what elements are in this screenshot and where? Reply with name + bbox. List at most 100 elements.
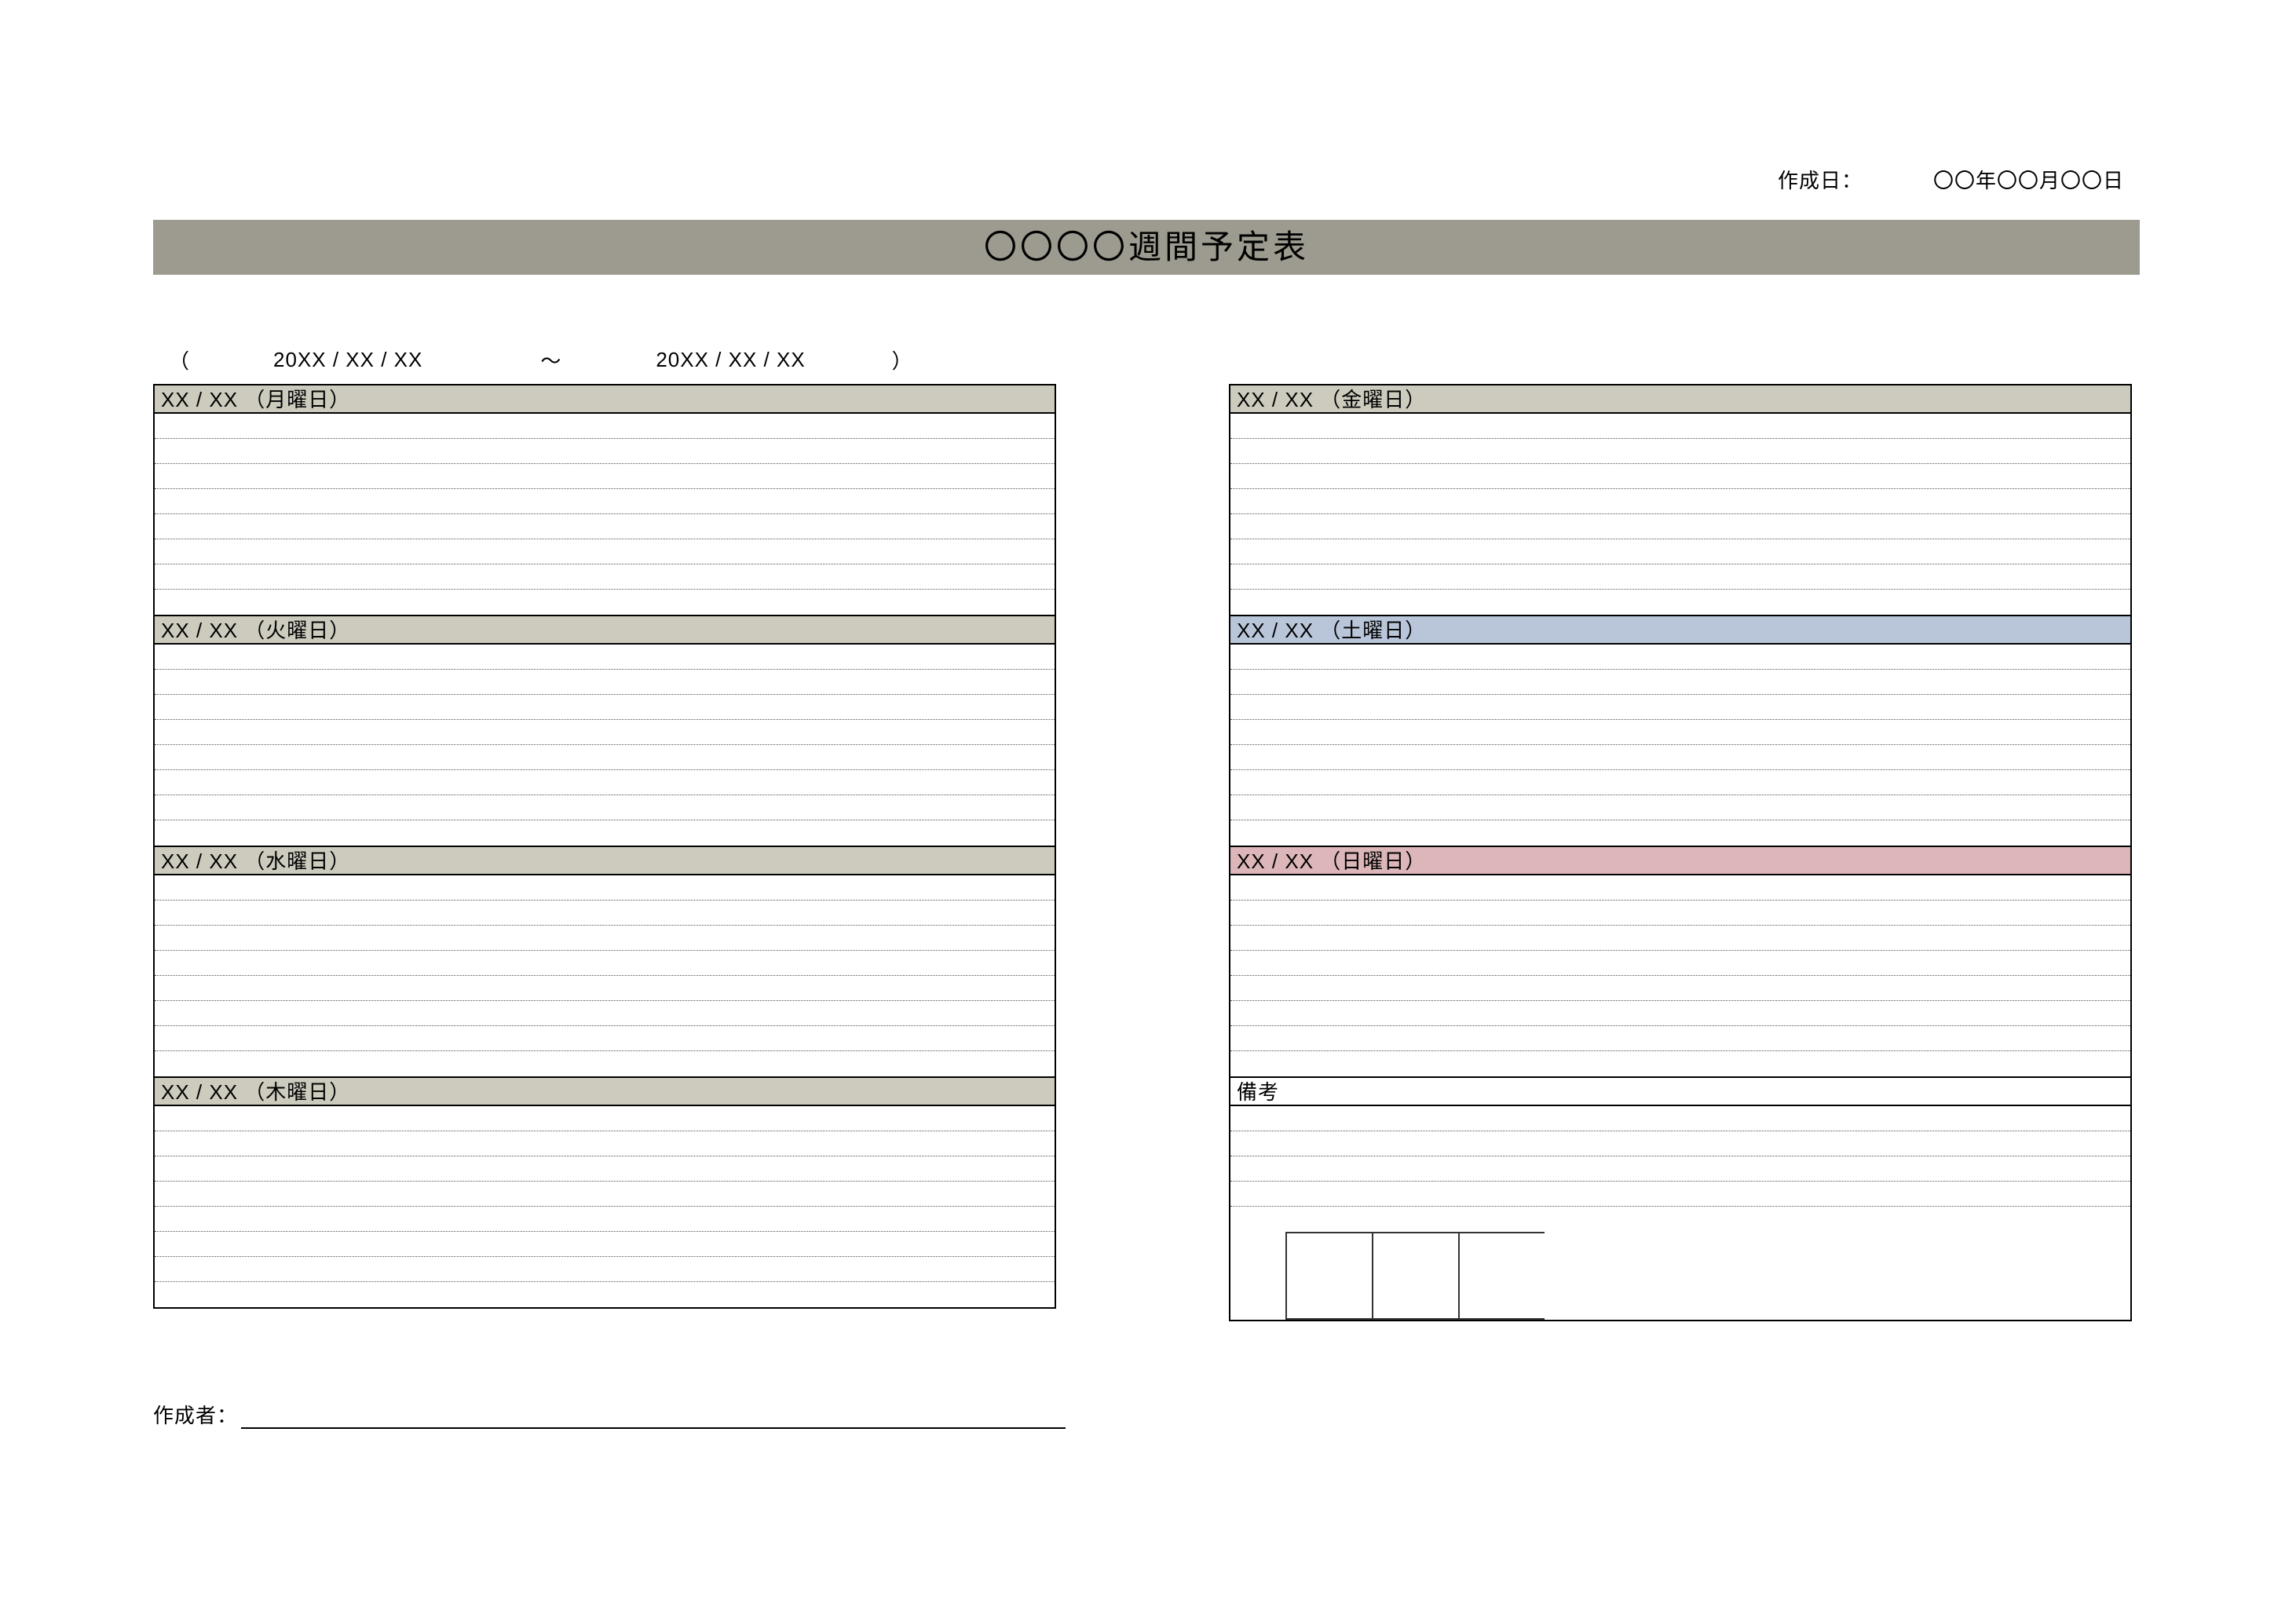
creation-date-value: 〇〇年〇〇月〇〇日 xyxy=(1933,165,2124,194)
range-sep: 〜 xyxy=(422,345,656,374)
day-block: XX / XX （水曜日） xyxy=(153,846,1056,1076)
line-row xyxy=(1230,720,2130,745)
line-row xyxy=(1230,645,2130,670)
line-row xyxy=(155,695,1055,720)
line-row xyxy=(1230,414,2130,439)
line-row xyxy=(155,1257,1055,1282)
page-title: 〇〇〇〇週間予定表 xyxy=(153,220,2140,275)
column-gap xyxy=(1056,384,1229,1321)
line-row xyxy=(155,1001,1055,1026)
author-label: 作成者： xyxy=(153,1400,241,1429)
day-header: XX / XX （木曜日） xyxy=(155,1078,1055,1106)
day-lines xyxy=(1230,414,2130,615)
line-row xyxy=(1230,1026,2130,1051)
line-row xyxy=(1230,1207,2130,1232)
line-row xyxy=(155,489,1055,514)
line-row xyxy=(155,564,1055,590)
line-row xyxy=(1230,875,2130,901)
line-row xyxy=(1230,1001,2130,1026)
left-column: XX / XX （月曜日） XX / XX （火曜日）XX / XX （水曜日）X… xyxy=(153,384,1056,1321)
line-row xyxy=(155,1026,1055,1051)
line-row xyxy=(1230,1106,2130,1131)
line-row xyxy=(1230,489,2130,514)
line-row xyxy=(155,514,1055,539)
stamp-box xyxy=(1372,1232,1458,1320)
line-row xyxy=(155,1232,1055,1257)
line-row xyxy=(155,1182,1055,1207)
day-header: XX / XX （金曜日） xyxy=(1230,385,2130,414)
line-row xyxy=(1230,1131,2130,1156)
day-block: XX / XX （火曜日） xyxy=(153,615,1056,846)
day-lines xyxy=(1230,645,2130,846)
line-row xyxy=(155,901,1055,926)
line-row xyxy=(155,1207,1055,1232)
author-line xyxy=(241,1405,1066,1429)
line-row xyxy=(155,795,1055,820)
columns: XX / XX （月曜日）XX / XX （火曜日）XX / XX （水曜日）X… xyxy=(153,384,2140,1321)
line-row xyxy=(1230,820,2130,846)
notes-block: 備考 xyxy=(1229,1076,2132,1321)
stamp-pad xyxy=(1545,1232,2130,1320)
weekly-schedule-page: 作成日： 〇〇年〇〇月〇〇日 〇〇〇〇週間予定表 （ 20XX / XX / X… xyxy=(153,173,2140,1429)
day-lines xyxy=(155,414,1055,615)
line-row xyxy=(155,951,1055,976)
line-row xyxy=(1230,514,2130,539)
line-row xyxy=(155,1106,1055,1131)
day-header: XX / XX （月曜日） xyxy=(155,385,1055,414)
line-row xyxy=(155,976,1055,1001)
line-row xyxy=(155,745,1055,770)
line-row xyxy=(155,820,1055,846)
day-header: XX / XX （日曜日） xyxy=(1230,847,2130,875)
line-row xyxy=(155,1282,1055,1307)
line-row xyxy=(1230,464,2130,489)
stamp-box xyxy=(1458,1232,1545,1320)
day-lines xyxy=(155,1106,1055,1307)
line-row xyxy=(155,720,1055,745)
line-row xyxy=(155,770,1055,795)
line-row xyxy=(155,439,1055,464)
line-row xyxy=(1230,1182,2130,1207)
line-row xyxy=(155,1131,1055,1156)
line-row xyxy=(1230,745,2130,770)
line-row xyxy=(155,590,1055,615)
right-column: XX / XX （金曜日） XX / XX （土曜日）XX / XX （日曜日） 備… xyxy=(1229,384,2132,1321)
line-row xyxy=(155,414,1055,439)
line-row xyxy=(1230,539,2130,564)
line-row xyxy=(1230,564,2130,590)
line-row xyxy=(155,670,1055,695)
day-block: XX / XX （木曜日） xyxy=(153,1076,1056,1309)
date-range: （ 20XX / XX / XX 〜 20XX / XX / XX ） xyxy=(153,345,2140,374)
day-lines xyxy=(155,875,1055,1076)
day-block: XX / XX （月曜日） xyxy=(153,384,1056,615)
range-from: 20XX / XX / XX xyxy=(195,348,422,372)
line-row xyxy=(1230,695,2130,720)
creation-date-label: 作成日： xyxy=(1778,165,1863,194)
line-row xyxy=(155,1051,1055,1076)
paren-close: ） xyxy=(884,345,918,374)
stamp-box xyxy=(1285,1232,1372,1320)
line-row xyxy=(1230,951,2130,976)
notes-header: 備考 xyxy=(1230,1078,2130,1106)
range-to: 20XX / XX / XX xyxy=(656,348,883,372)
line-row xyxy=(1230,926,2130,951)
line-row xyxy=(155,1156,1055,1182)
line-row xyxy=(1230,901,2130,926)
line-row xyxy=(1230,976,2130,1001)
line-row xyxy=(1230,670,2130,695)
day-lines xyxy=(155,645,1055,846)
line-row xyxy=(1230,795,2130,820)
line-row xyxy=(155,539,1055,564)
line-row xyxy=(155,926,1055,951)
line-row xyxy=(1230,1051,2130,1076)
creation-date-row: 作成日： 〇〇年〇〇月〇〇日 xyxy=(1778,165,2124,194)
day-block: XX / XX （日曜日） xyxy=(1229,846,2132,1076)
line-row xyxy=(1230,770,2130,795)
line-row xyxy=(155,645,1055,670)
line-row xyxy=(155,875,1055,901)
stamp-area xyxy=(1230,1232,2130,1320)
stamp-pad xyxy=(1230,1232,1285,1320)
paren-open: （ xyxy=(164,345,195,374)
day-block: XX / XX （土曜日） xyxy=(1229,615,2132,846)
day-block: XX / XX （金曜日） xyxy=(1229,384,2132,615)
line-row xyxy=(155,464,1055,489)
